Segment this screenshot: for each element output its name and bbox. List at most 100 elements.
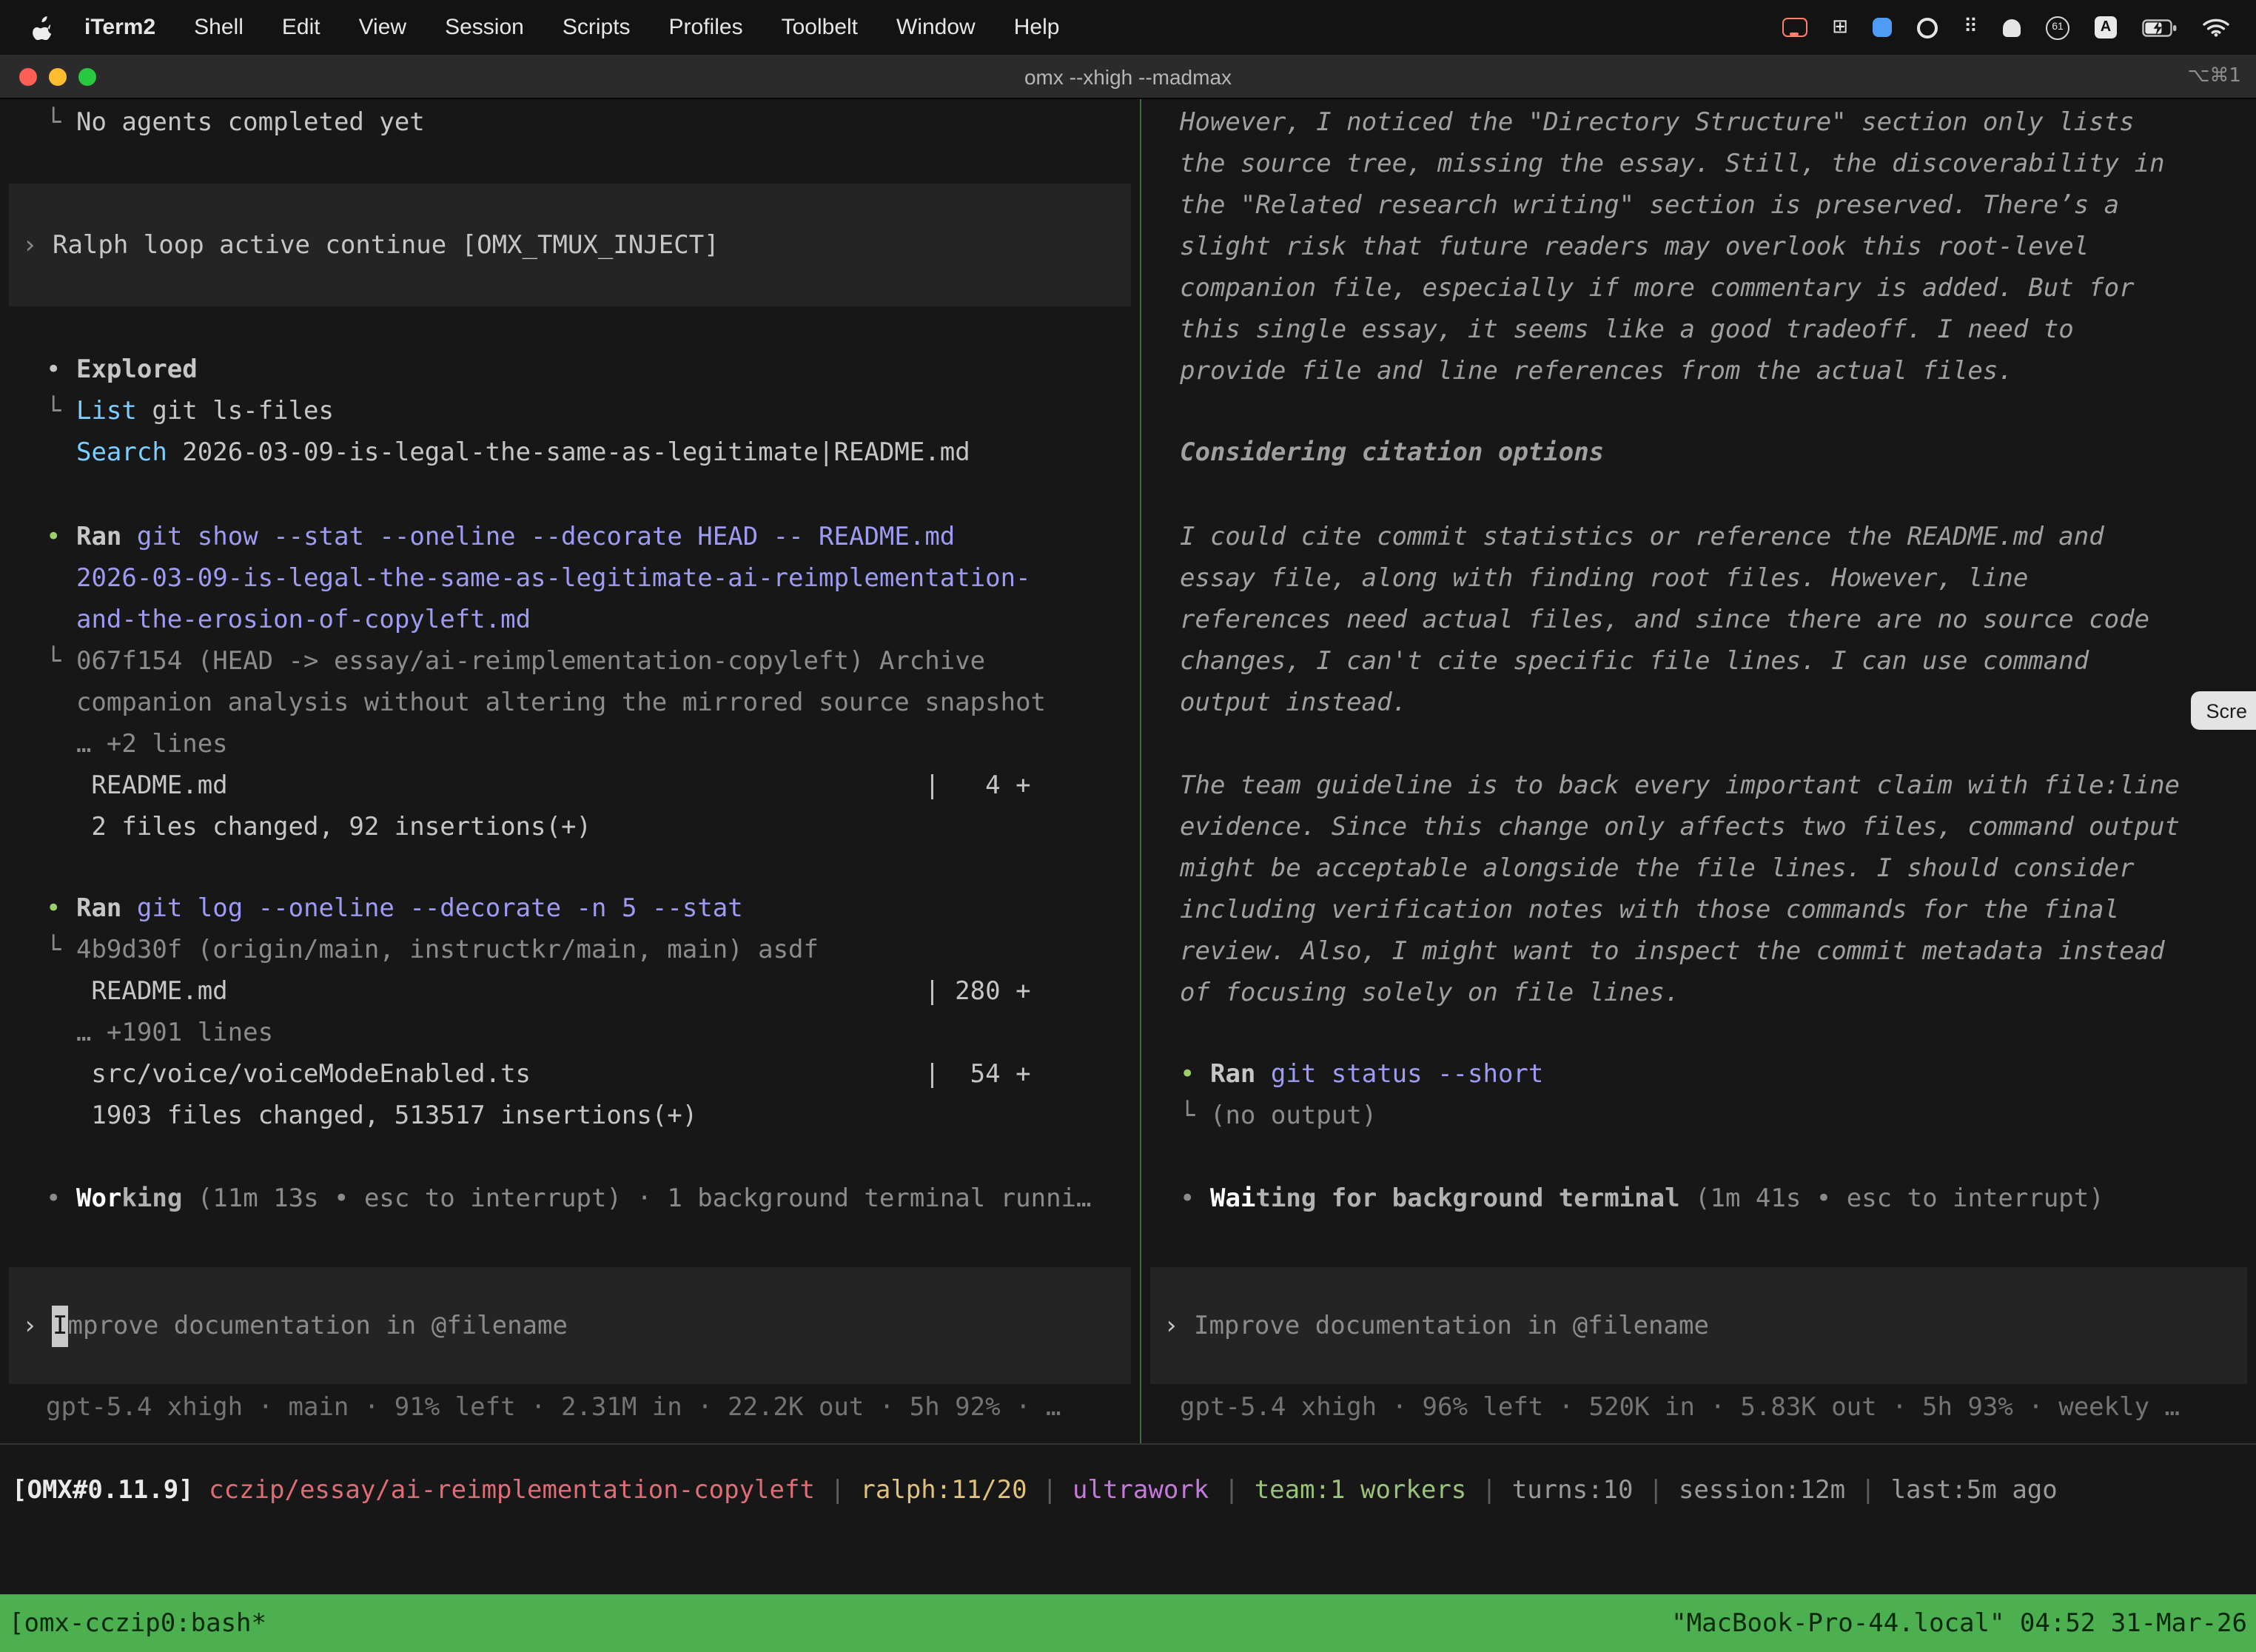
terminal-line: essay file, along with finding root file…: [1141, 558, 2256, 600]
text-segment: and-the-erosion-of-copyleft.md: [76, 605, 531, 635]
text-segment: slight risk that future readers may over…: [1180, 232, 2089, 262]
app-grid-icon[interactable]: ⠿: [1964, 16, 1978, 38]
ghost-icon[interactable]: [2003, 19, 2021, 36]
menu-item-help[interactable]: Help: [995, 15, 1079, 40]
menu-item-profiles[interactable]: Profiles: [650, 15, 762, 40]
text-segment: companion file, especially if more comme…: [1180, 274, 2135, 303]
text-segment: README.md | 4 +: [46, 771, 1031, 801]
text-segment: (1m 41s • esc to interrupt): [1680, 1184, 2104, 1214]
pane-left: └ No agents completed yet › Ralph loop ac…: [0, 98, 1140, 1443]
text-segment: •: [46, 894, 76, 924]
menu-item-scripts[interactable]: Scripts: [543, 15, 650, 40]
terminal-line: • Ran git log --oneline --decorate -n 5 …: [0, 888, 1140, 930]
text-segment: 1903 files changed, 513517 insertions(+): [46, 1101, 697, 1131]
menu-item-session[interactable]: Session: [426, 15, 543, 40]
terminal-content: └ No agents completed yet › Ralph loop ac…: [0, 98, 2256, 1594]
screen-recording-indicator[interactable]: [1782, 18, 1807, 37]
text-segment: No agents completed yet: [76, 108, 425, 138]
window-title: omx --xhigh --madmax: [0, 64, 2256, 88]
text-segment: Ralph loop active continue [OMX_TMUX_INJ…: [53, 224, 719, 266]
apple-menu[interactable]: [18, 16, 65, 39]
menu-item-window[interactable]: Window: [877, 15, 995, 40]
macos-menu-bar: iTerm2 Shell Edit View Session Scripts P…: [0, 0, 2256, 55]
text-segment: this single essay, it seems like a good …: [1180, 315, 2074, 345]
model-status-line: gpt-5.4 xhigh · 96% left · 520K in · 5.8…: [1141, 1387, 2256, 1428]
text-segment: ›: [22, 1305, 53, 1346]
text-segment: essay file, along with finding root file…: [1180, 564, 2028, 594]
text-segment: Ran: [76, 894, 121, 924]
command-input[interactable]: › Improve documentation in @filename: [1150, 1267, 2247, 1384]
omx-status-segment: |: [815, 1476, 860, 1505]
terminal-line: • Ran git status --short: [1141, 1054, 2256, 1095]
tmux-status-bar: [omx-cczip0:bash* "MacBook-Pro-44.local"…: [0, 1594, 2256, 1652]
text-segment: Ran: [1210, 1060, 1255, 1089]
gauge-icon[interactable]: 61: [2046, 16, 2069, 39]
text-segment: changes, I can't cite specific file line…: [1180, 647, 2089, 676]
terminal-line: └ 4b9d30f (origin/main, instructkr/main,…: [0, 930, 1140, 971]
terminal-line: 2026-03-09-is-legal-the-same-as-legitima…: [0, 558, 1140, 600]
terminal-line: └ (no output): [1141, 1095, 2256, 1137]
tmux-host-clock: "MacBook-Pro-44.local" 04:52 31-Mar-26: [1671, 1608, 2247, 1638]
text-segment: README.md | 280 +: [46, 977, 1031, 1007]
omx-status-line: [OMX#0.11.9] cczip/essay/ai-reimplementa…: [0, 1470, 2256, 1511]
raycast-icon[interactable]: [1873, 18, 1893, 37]
screen-overlay-button[interactable]: Scre: [2191, 691, 2256, 730]
terminal-line: However, I noticed the "Directory Struct…: [1141, 102, 2256, 144]
input-source-label: A: [2101, 19, 2111, 36]
menu-item-toolbelt[interactable]: Toolbelt: [762, 15, 877, 40]
wifi-icon[interactable]: [2203, 18, 2229, 37]
zoom-button[interactable]: [78, 67, 96, 85]
omx-status-segment: session:12m: [1679, 1476, 1845, 1505]
text-segment: Improve documentation in @filename: [1194, 1305, 1709, 1346]
window-shortcut-badge: ⌥⌘1: [2187, 65, 2241, 87]
grid-icon[interactable]: ⊞: [1832, 16, 1848, 38]
terminal-line: output instead.: [1141, 682, 2256, 724]
circle-app-icon[interactable]: [1918, 17, 1938, 38]
text-segment: 4b9d30f (origin/main, instructkr/main, m…: [76, 936, 819, 965]
command-input[interactable]: › Improve documentation in @filename: [9, 1267, 1131, 1384]
text-segment: (11m 13s • esc to interrupt) · 1 backgro…: [182, 1184, 1091, 1214]
gauge-value: 61: [2052, 22, 2064, 33]
omx-status-segment: cczip/essay/ai-reimplementation-copyleft: [209, 1476, 815, 1505]
minimize-button[interactable]: [49, 67, 67, 85]
terminal-line: this single essay, it seems like a good …: [1141, 309, 2256, 351]
text-segment: I: [53, 1305, 68, 1346]
battery-icon[interactable]: [2142, 19, 2178, 36]
screen-overlay-label: Scre: [2206, 699, 2247, 722]
terminal-line: might be acceptable alongside the file l…: [1141, 848, 2256, 890]
text-segment: Considering citation options: [1180, 438, 1604, 468]
omx-status-segment: |: [1027, 1476, 1072, 1505]
text-segment: [46, 438, 76, 468]
omx-status-segment: |: [1845, 1476, 1890, 1505]
terminal-line: the "Related research writing" section i…: [1141, 185, 2256, 226]
text-segment: git show --stat --oneline --decorate HEA…: [137, 523, 955, 552]
terminal-line: companion analysis without altering the …: [0, 682, 1140, 724]
omx-status-segment: |: [1634, 1476, 1679, 1505]
text-segment: └: [46, 936, 76, 965]
menu-item-shell[interactable]: Shell: [175, 15, 263, 40]
text-segment: •: [46, 355, 76, 385]
text-segment: └: [46, 397, 76, 426]
text-segment: the source tree, missing the essay. Stil…: [1180, 150, 2165, 179]
menu-item-iterm2[interactable]: iTerm2: [65, 15, 175, 40]
omx-status-segment: [OMX#0.11.9]: [12, 1476, 209, 1505]
text-segment: might be acceptable alongside the file l…: [1180, 854, 2135, 884]
terminal-line: review. Also, I might want to inspect th…: [1141, 931, 2256, 973]
input-source-icon[interactable]: A: [2095, 16, 2117, 38]
terminal-line: • Ran git show --stat --oneline --decora…: [0, 517, 1140, 558]
text-segment: including verification notes with those …: [1180, 896, 2119, 925]
menu-item-view[interactable]: View: [340, 15, 426, 40]
menu-item-edit[interactable]: Edit: [263, 15, 340, 40]
pane-right: However, I noticed the "Directory Struct…: [1141, 98, 2256, 1443]
text-segment: •: [46, 1184, 76, 1214]
wifi-glyph: [2203, 18, 2229, 37]
terminal-line: references need actual files, and since …: [1141, 600, 2256, 641]
text-segment: List: [76, 397, 137, 426]
text-segment: gpt-5.4 xhigh · 96% left · 520K in · 5.8…: [1180, 1393, 2180, 1423]
window-title-bar[interactable]: omx --xhigh --madmax ⌥⌘1: [0, 55, 2256, 99]
close-button[interactable]: [19, 67, 37, 85]
text-segment: [46, 605, 76, 635]
terminal-line: 2 files changed, 92 insertions(+): [0, 807, 1140, 848]
text-segment: gpt-5.4 xhigh · main · 91% left · 2.31M …: [46, 1393, 1061, 1423]
ralph-loop-banner: › Ralph loop active continue [OMX_TMUX_I…: [9, 184, 1131, 306]
